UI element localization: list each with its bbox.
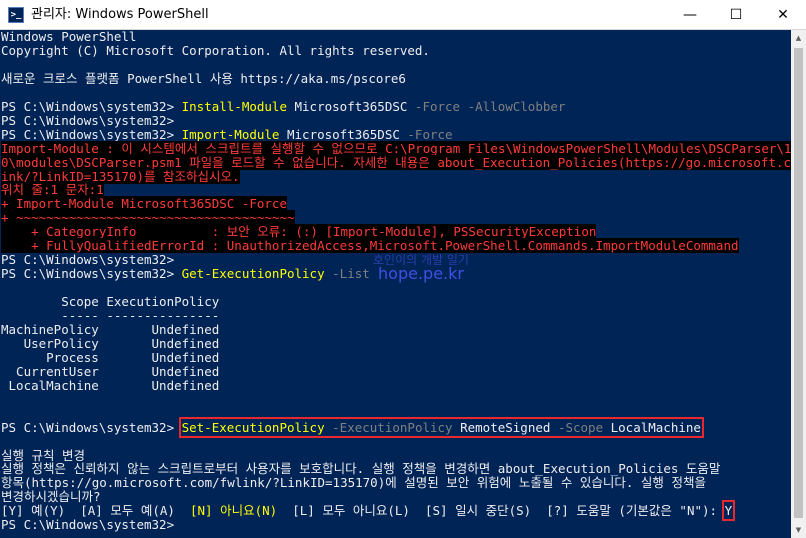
console-text: + CategoryInfo : 보안 오류: (:) [Import-Modu… <box>1 224 597 239</box>
console-text: 항목(https://go.microsoft.com/fwlink/?Link… <box>1 475 706 490</box>
console-line: Import-Module : 이 시스템에서 스크립트를 실행할 수 없으므로… <box>1 141 791 156</box>
console-line: + FullyQualifiedErrorId : UnauthorizedAc… <box>1 238 739 253</box>
console-text: Windows PowerShell <box>1 30 137 44</box>
console-line: CurrentUser Undefined <box>1 365 219 379</box>
console-line: 0\modules\DSCParser.psm1 파일을 로드할 수 없습니다.… <box>1 155 791 170</box>
console-text: PS C:\Windows\system32> <box>1 99 182 114</box>
window-title: 관리자: Windows PowerShell <box>31 7 209 22</box>
console-text: UserPolicy Undefined <box>1 336 220 351</box>
console-line: PS C:\Windows\system32> Set-ExecutionPol… <box>1 417 704 438</box>
console-text: Process Undefined <box>1 350 220 365</box>
console-line: ----- --------------- <box>1 309 219 323</box>
console-text: 변경하시겠습니까? <box>1 489 101 504</box>
console-text: PS C:\Windows\system32> <box>1 517 182 532</box>
console-text: -Force -AllowClobber <box>414 99 566 114</box>
highlighted-answer: Y <box>721 500 735 521</box>
console-text: Scope ExecutionPolicy <box>1 294 220 309</box>
console-text: 실행 정책은 신뢰하지 않는 스크립트로부터 사용자를 보호합니다. 실행 정책… <box>1 461 721 476</box>
console-line: 새로운 크로스 플랫폼 PowerShell 사용 https://aka.ms… <box>1 72 406 86</box>
console-text: 0\modules\DSCParser.psm1 파일을 로드할 수 없습니다.… <box>1 155 791 170</box>
console-line: + Import-Module Microsoft365DSC -Force <box>1 196 287 211</box>
console-line: MachinePolicy Undefined <box>1 323 219 337</box>
console-line: 변경하시겠습니까? <box>1 490 101 504</box>
console-text: PS C:\Windows\system32> <box>1 252 175 267</box>
console-text: Import-Module : 이 시스템에서 스크립트를 실행할 수 없으므로… <box>1 141 791 156</box>
console-text: [L] 모두 아니요(L) [S] 일시 중단(S) [?] 도움말 (기본값은… <box>277 503 725 518</box>
console-line: 실행 정책은 신뢰하지 않는 스크립트로부터 사용자를 보호합니다. 실행 정책… <box>1 462 720 476</box>
console-line: 항목(https://go.microsoft.com/fwlink/?Link… <box>1 476 706 490</box>
console-line: Process Undefined <box>1 351 219 365</box>
console-line: UserPolicy Undefined <box>1 336 220 351</box>
highlighted-command: Set-ExecutionPolicy -ExecutionPolicy Rem… <box>178 417 704 438</box>
console-text: Copyright (C) Microsoft Corporation. All… <box>1 43 430 58</box>
console-text: LocalMachine Undefined <box>1 378 220 393</box>
console-text: PS C:\Windows\system32> <box>1 113 175 128</box>
console-output[interactable]: Windows PowerShell Copyright (C) Microsof… <box>0 30 791 538</box>
console-line: Windows PowerShell <box>1 30 136 44</box>
console-line: + ~~~~~~~~~~~~~~~~~~~~~~~~~~~~~~~~~~~~~ <box>1 210 295 225</box>
console-text: Get-ExecutionPolicy <box>181 266 325 281</box>
console-text: -Force <box>407 127 453 142</box>
console-text: PS C:\Windows\system32> <box>1 266 182 281</box>
console-line: Scope ExecutionPolicy <box>1 295 219 309</box>
title-bar: >_ 관리자: Windows PowerShell — ☐ ✕ <box>0 0 806 30</box>
console-text: + FullyQualifiedErrorId : UnauthorizedAc… <box>1 238 739 253</box>
console-text: 위치 줄:1 문자:1 <box>1 182 104 197</box>
powershell-icon[interactable]: >_ <box>8 7 24 23</box>
console-line: PS C:\Windows\system32> Get-ExecutionPol… <box>1 267 370 281</box>
console-text: PS C:\Windows\system32> <box>1 127 182 142</box>
console-line: PS C:\Windows\system32> Import-Module Mi… <box>1 128 453 142</box>
minimize-button[interactable]: — <box>667 0 713 30</box>
console-line: PS C:\Windows\system32> <box>1 253 174 267</box>
console-line: PS C:\Windows\system32> <box>1 114 174 128</box>
console-text: Microsoft365DSC <box>286 99 415 114</box>
console-text: RemoteSigned <box>452 420 558 435</box>
console-text: -ExecutionPolicy <box>332 420 453 435</box>
watermark-line1: 호인이의 개발 일기 <box>373 253 469 267</box>
scrollbar-thumb[interactable] <box>794 48 803 518</box>
console-line: Copyright (C) Microsoft Corporation. All… <box>1 44 430 58</box>
scroll-down-arrow-icon[interactable]: ▼ <box>791 522 806 538</box>
console-text: Install-Module <box>181 99 287 114</box>
console-text: -Scope <box>557 420 604 435</box>
vertical-scrollbar[interactable]: ▲ ▼ <box>791 30 806 538</box>
console-text: + Import-Module Microsoft365DSC -Force <box>1 196 287 211</box>
console-text: ----- --------------- <box>1 308 220 323</box>
console-text: MachinePolicy Undefined <box>1 322 220 337</box>
console-text: 새로운 크로스 플랫폼 PowerShell 사용 https://aka.ms… <box>1 71 406 86</box>
console-line: 위치 줄:1 문자:1 <box>1 182 104 197</box>
console-text: [N] 아니요(N) <box>190 503 278 518</box>
scroll-up-arrow-icon[interactable]: ▲ <box>791 30 806 46</box>
console-text: Import-Module <box>181 127 280 142</box>
console-text: PS C:\Windows\system32> <box>1 420 182 435</box>
console-line: LocalMachine Undefined <box>1 378 220 393</box>
console-line: PS C:\Windows\system32> Install-Module M… <box>1 100 565 114</box>
console-text: Microsoft365DSC <box>279 127 408 142</box>
maximize-button[interactable]: ☐ <box>713 0 759 30</box>
console-text: [Y] 예(Y) [A] 모두 예(A) <box>1 503 190 518</box>
console-text: LocalMachine <box>603 420 701 435</box>
console-text: Set-ExecutionPolicy <box>181 420 325 435</box>
close-button[interactable]: ✕ <box>760 0 806 30</box>
watermark: 호인이의 개발 일기 hope.pe.kr <box>346 254 496 282</box>
console-line: + CategoryInfo : 보안 오류: (:) [Import-Modu… <box>1 224 597 239</box>
console-line: [Y] 예(Y) [A] 모두 예(A) [N] 아니요(N) [L] 모두 아… <box>1 500 735 521</box>
console-line: PS C:\Windows\system32> <box>1 518 182 532</box>
console-text: + ~~~~~~~~~~~~~~~~~~~~~~~~~~~~~~~~~~~~~ <box>1 210 295 225</box>
console-text: CurrentUser Undefined <box>1 364 220 379</box>
